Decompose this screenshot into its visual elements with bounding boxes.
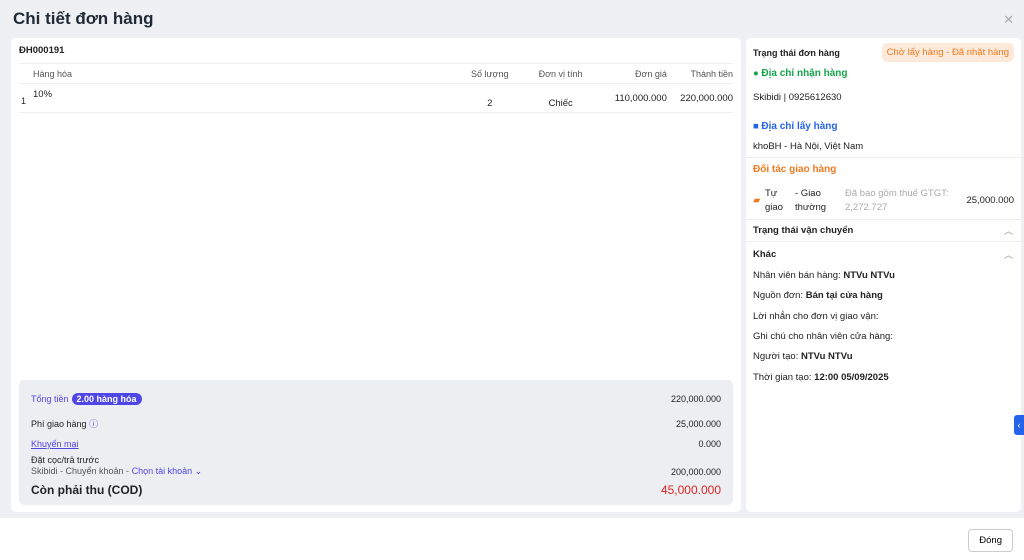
truck-icon: ▰ [753, 195, 761, 206]
unit: Chiếc [548, 97, 573, 109]
status-label: Trạng thái đơn hàng [753, 47, 840, 58]
partner-service: - Giao thường [795, 188, 827, 213]
total-value: 220,000.000 [670, 394, 721, 404]
cod-value: 45,000.000 [660, 483, 721, 497]
info-icon[interactable]: ⓘ [89, 419, 98, 429]
deposit-label: Đặt cọc/trả trước [31, 455, 99, 465]
partner-tax: Đã bao gồm thuế GTGT: 2,272.727 [845, 188, 949, 213]
col-unit: Đơn vị tính [538, 68, 583, 79]
chevron-up-icon[interactable]: ︿ [1004, 224, 1013, 237]
other-item: Người tạo: NTVu NTVu [753, 351, 853, 362]
other-item: Ghi chú cho nhân viên cửa hàng: [753, 331, 893, 342]
close-button[interactable]: Đóng [968, 529, 1013, 552]
col-qty: Số lượng [471, 68, 509, 79]
price: 110,000.000 [614, 92, 667, 104]
table-row: 1 10% 2 Chiếc 110,000.000 220,000.000 [19, 83, 733, 113]
delivery-partner-title: Đối tác giao hàng [753, 164, 837, 175]
other-item: Thời gian tạo: 12:00 05/09/2025 [753, 372, 889, 383]
product-name: 10% [33, 89, 53, 100]
modal-footer: Đóng [0, 518, 1024, 560]
col-total: Thành tiền [690, 68, 733, 79]
other-section[interactable]: Khác [753, 249, 1014, 260]
chevron-up-icon[interactable]: ︿ [1004, 248, 1013, 261]
location-pin-icon: ● [753, 68, 759, 79]
order-summary: Tổng tiền 2.00 hàng hóa 220,000.000 Phí gi… [19, 380, 733, 505]
partner-name: Tự giao [765, 188, 783, 213]
close-icon[interactable]: ✕ [1003, 12, 1014, 28]
item-count-badge: 2.00 hàng hóa [71, 393, 142, 405]
deposit-value: 200,000.000 [670, 466, 721, 477]
receive-address: Skibidi | 0925612630 [753, 92, 842, 103]
col-product: Hàng hóa [33, 68, 73, 79]
order-code: ĐH000191 [19, 45, 65, 56]
chevron-down-icon: ⌄ [192, 466, 203, 476]
qty: 2 [487, 97, 493, 109]
col-price: Đơn giá [634, 68, 667, 79]
receive-address-title: Địa chỉ nhận hàng [761, 68, 848, 79]
row-index: 1 [21, 96, 27, 106]
promo-value: 0.000 [698, 439, 721, 449]
other-item: Nhân viên bán hàng: NTVu NTVu [753, 270, 895, 281]
order-items-panel: ĐH000191 Hàng hóa Số lượng Đơn vị tính Đ… [11, 38, 741, 512]
table-header: Hàng hóa Số lượng Đơn vị tính Đơn giá Th… [19, 63, 733, 83]
warehouse-icon: ■ [753, 121, 759, 132]
order-info-panel: Trạng thái đơn hàng Chờ lấy hàng - Đã nhặ… [746, 38, 1021, 512]
pickup-address: khoBH - Hà Nội, Việt Nam [753, 141, 864, 152]
pickup-address-title: Địa chỉ lấy hàng [761, 121, 838, 132]
other-item: Lời nhắn cho đơn vị giao vận: [753, 311, 879, 322]
status-badge: Chờ lấy hàng - Đã nhặt hàng [881, 43, 1014, 62]
partner-fee: 25,000.000 [966, 195, 1014, 206]
shipping-status-section[interactable]: Trạng thái vận chuyển [753, 225, 1014, 236]
total-label: Tổng tiền [31, 394, 69, 404]
modal-title: Chi tiết đơn hàng [13, 9, 154, 28]
chevron-left-icon[interactable]: ‹ [1014, 415, 1024, 435]
promo-link[interactable]: Khuyến mại [31, 439, 79, 449]
deposit-detail: Skibidi - Chuyển khoản - [31, 466, 130, 476]
shipping-value: 25,000.000 [675, 418, 721, 429]
shipping-label: Phí giao hàng [31, 419, 87, 429]
choose-account-dropdown[interactable]: Chọn tài khoản [132, 466, 193, 476]
total: 220,000.000 [680, 92, 733, 104]
other-item: Nguồn đơn: Bán tại cửa hàng [753, 290, 883, 301]
cod-label: Còn phải thu (COD) [31, 483, 143, 497]
